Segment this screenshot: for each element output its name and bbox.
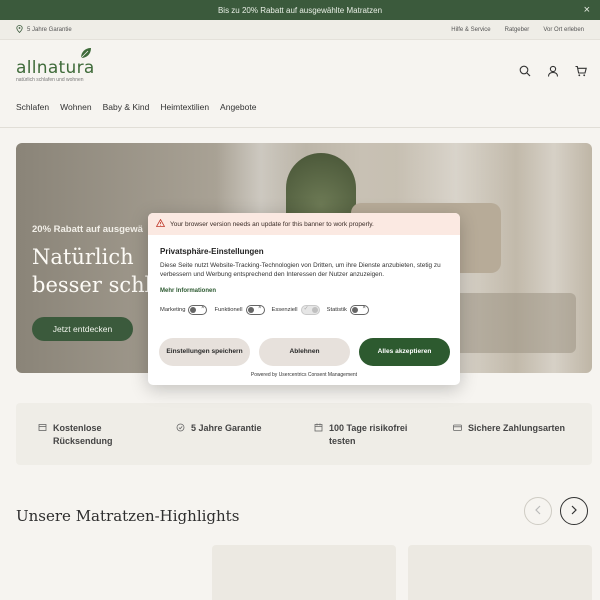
statistik-switch[interactable]: ×	[349, 305, 369, 315]
powered-by: Powered by Usercentrics Consent Manageme…	[250, 372, 358, 378]
essenziell-switch: ✓	[300, 305, 320, 315]
browser-warning: Your browser version needs an update for…	[148, 213, 460, 235]
toggle-label: Essenziell	[271, 307, 298, 313]
consent-dialog: Your browser version needs an update for…	[148, 213, 460, 385]
consent-buttons: Einstellungen speichern Ablehnen Alles a…	[159, 338, 450, 366]
toggle-label: Marketing	[160, 307, 186, 313]
warning-icon	[155, 218, 166, 229]
toggle-label: Funktionell	[214, 307, 243, 313]
marketing-switch[interactable]: ×	[188, 305, 208, 315]
toggle-funktionell: Funktionell ×	[214, 305, 265, 315]
decline-button[interactable]: Ablehnen	[259, 338, 350, 366]
toggle-statistik: Statistik ×	[327, 305, 369, 315]
funktionell-switch[interactable]: ×	[245, 305, 265, 315]
consent-toggles: Marketing × Funktionell × Essenziell ✓ S…	[160, 305, 448, 315]
toggle-essenziell: Essenziell ✓	[272, 305, 320, 315]
toggle-label: Statistik	[326, 307, 347, 313]
warning-text: Your browser version needs an update for…	[170, 220, 374, 228]
consent-body: Privatsphäre-Einstellungen Diese Seite n…	[148, 235, 460, 315]
save-settings-button[interactable]: Einstellungen speichern	[159, 338, 250, 366]
accept-all-button[interactable]: Alles akzeptieren	[359, 338, 450, 366]
consent-text: Diese Seite nutzt Website-Tracking-Techn…	[160, 262, 441, 278]
consent-title: Privatsphäre-Einstellungen	[160, 247, 264, 256]
toggle-marketing: Marketing ×	[160, 305, 208, 315]
more-info-link[interactable]: Mehr Informationen	[160, 288, 216, 294]
